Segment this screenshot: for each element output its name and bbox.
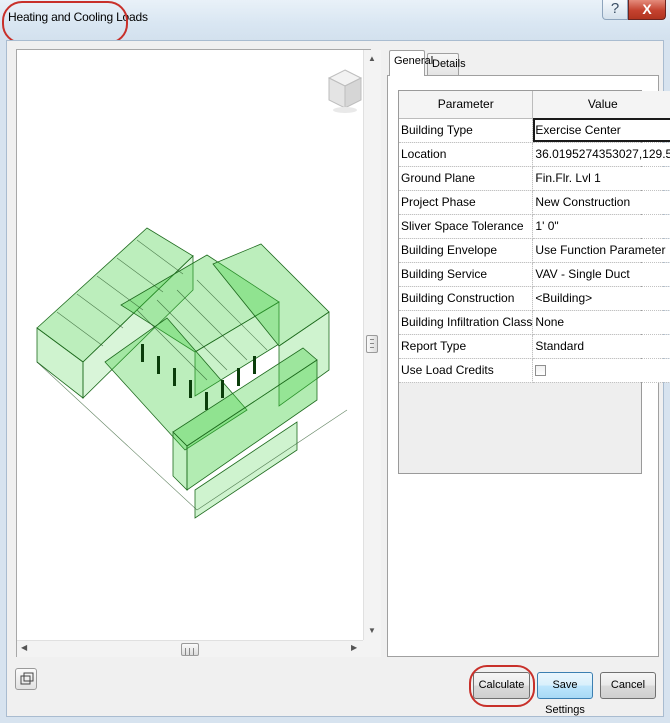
- window-restore-icon: [20, 672, 34, 685]
- settings-tabs: General Details Parameter Value Building…: [387, 49, 670, 657]
- parameter-value-input[interactable]: <Building>: [532, 286, 670, 311]
- parameter-name: Building Service: [399, 262, 534, 287]
- help-button[interactable]: ?: [602, 0, 628, 20]
- parameter-value-input[interactable]: None: [532, 310, 670, 335]
- parameter-name: Project Phase: [399, 190, 534, 215]
- parameter-name: Report Type: [399, 334, 534, 359]
- title-bar: Heating and Cooling Loads ? X: [0, 0, 670, 44]
- parameter-value-input[interactable]: 1' 0": [532, 214, 670, 239]
- parameter-value-input[interactable]: New Construction: [532, 190, 670, 215]
- building-model-3d[interactable]: [17, 50, 363, 640]
- viewcube-icon[interactable]: [327, 68, 363, 114]
- parameter-name: Building Envelope: [399, 238, 534, 263]
- column-header-value: Value: [532, 91, 670, 119]
- vertical-scrollbar[interactable]: ▲ ▼: [363, 50, 381, 640]
- column-header-parameter: Parameter: [399, 91, 534, 119]
- horizontal-scrollbar[interactable]: ◀ ▶: [17, 640, 363, 657]
- cancel-button[interactable]: Cancel: [600, 672, 656, 699]
- scroll-down-icon[interactable]: ▼: [368, 626, 376, 635]
- table-row[interactable]: Use Load Credits: [399, 358, 670, 383]
- horizontal-scroll-thumb[interactable]: [181, 643, 199, 656]
- parameter-value-input[interactable]: 36.0195274353027,129.5: [532, 142, 670, 167]
- table-row[interactable]: Location 36.0195274353027,129.5: [399, 142, 670, 167]
- parameter-name: Ground Plane: [399, 166, 534, 191]
- table-row[interactable]: Report Type Standard: [399, 334, 670, 359]
- title-annotation-ring: [2, 1, 128, 44]
- table-row[interactable]: Building Envelope Use Function Parameter: [399, 238, 670, 263]
- parameter-grid: Parameter Value Building Type Exercise C…: [398, 90, 670, 474]
- vertical-scroll-thumb[interactable]: [366, 335, 378, 353]
- parameter-name: Use Load Credits: [399, 358, 534, 383]
- parameter-name: Building Infiltration Class: [399, 310, 534, 335]
- scroll-left-icon[interactable]: ◀: [21, 643, 27, 652]
- view-toggle-button[interactable]: [15, 668, 37, 690]
- parameter-name: Building Construction: [399, 286, 534, 311]
- model-viewer[interactable]: ▲ ▼ ◀ ▶: [16, 49, 381, 657]
- parameter-value-input[interactable]: Standard: [532, 334, 670, 359]
- scroll-up-icon[interactable]: ▲: [368, 54, 376, 63]
- calculate-annotation-ring: [469, 665, 535, 707]
- table-row[interactable]: Building Type Exercise Center: [399, 118, 670, 143]
- tab-panel-general: Parameter Value Building Type Exercise C…: [387, 75, 670, 657]
- scroll-right-icon[interactable]: ▶: [351, 643, 357, 652]
- table-row[interactable]: Building Construction <Building>: [399, 286, 670, 311]
- save-settings-button[interactable]: Save Settings: [537, 672, 593, 716]
- table-row[interactable]: Project Phase New Construction: [399, 190, 670, 215]
- tab-general[interactable]: General: [389, 50, 433, 76]
- use-load-credits-checkbox[interactable]: [535, 365, 547, 376]
- parameter-value-cell: [532, 358, 670, 383]
- parameter-name: Building Type: [399, 118, 534, 143]
- parameter-value-input[interactable]: Use Function Parameter: [532, 238, 670, 263]
- parameter-value-input[interactable]: VAV - Single Duct: [532, 262, 670, 287]
- table-row[interactable]: Building Infiltration Class None: [399, 310, 670, 335]
- parameter-value-input[interactable]: Fin.Flr. Lvl 1: [532, 166, 670, 191]
- close-button[interactable]: X: [628, 0, 666, 20]
- table-row[interactable]: Ground Plane Fin.Flr. Lvl 1: [399, 166, 670, 191]
- parameter-name: Location: [399, 142, 534, 167]
- scroll-corner: [363, 640, 381, 657]
- parameter-value-input[interactable]: Exercise Center: [532, 118, 670, 143]
- parameter-name: Sliver Space Tolerance: [399, 214, 534, 239]
- table-row[interactable]: Building Service VAV - Single Duct: [399, 262, 670, 287]
- table-row[interactable]: Sliver Space Tolerance 1' 0": [399, 214, 670, 239]
- dialog-body: ▲ ▼ ◀ ▶ General Details Parameter Value: [6, 40, 670, 717]
